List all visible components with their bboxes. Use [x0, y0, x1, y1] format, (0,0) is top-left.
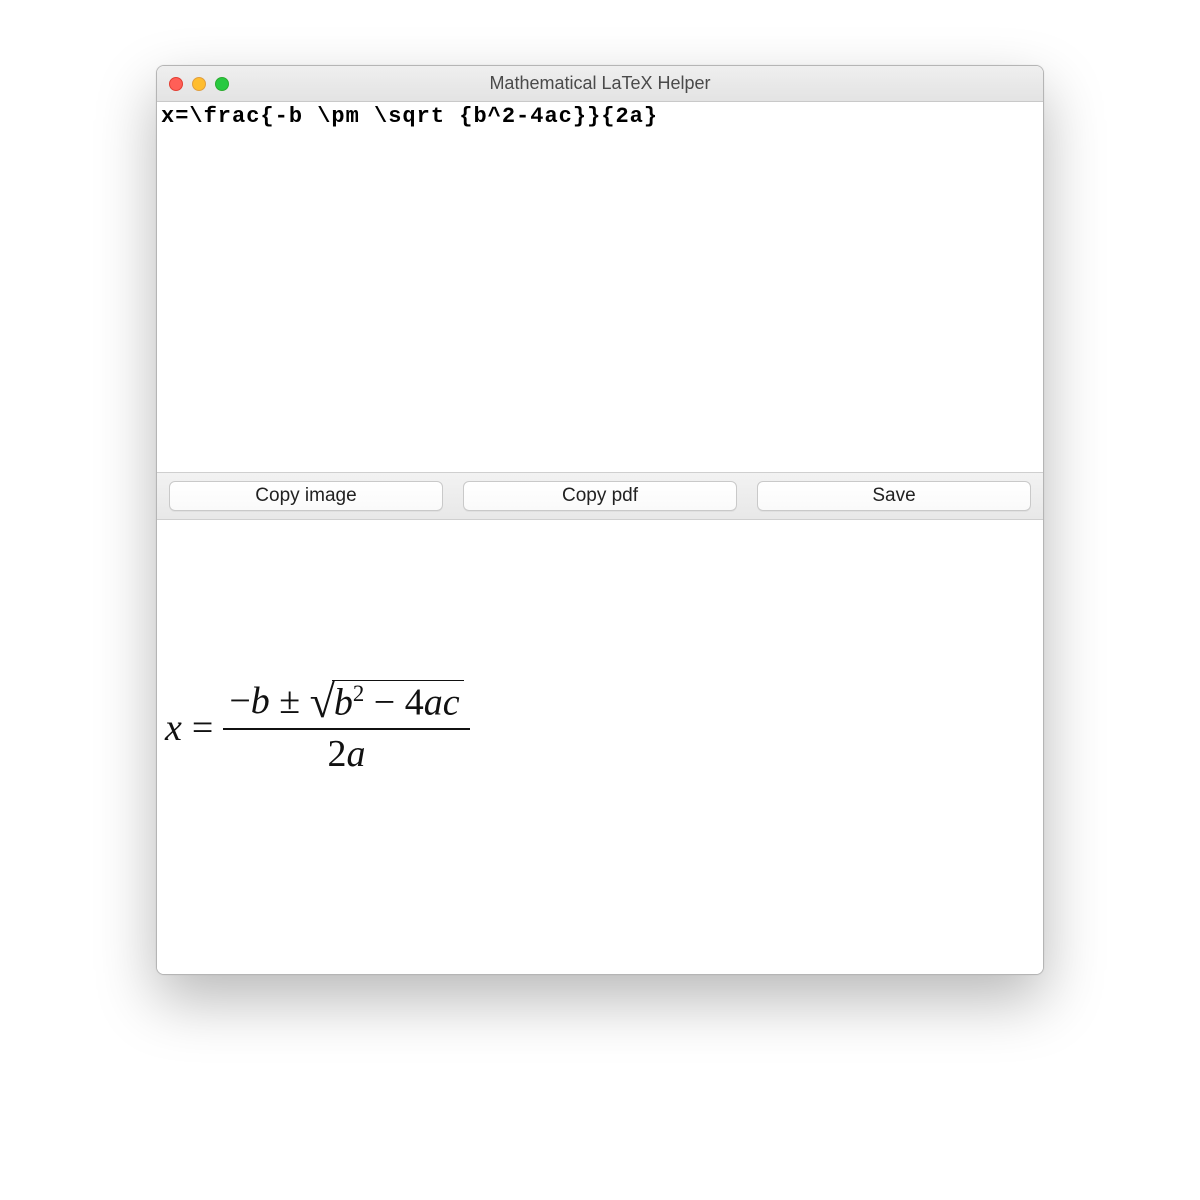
- save-button[interactable]: Save: [757, 481, 1031, 511]
- square-root: √ b2 − 4ac: [310, 680, 464, 724]
- rad-4: 4: [405, 682, 424, 724]
- render-preview: x = −b ± √ b2 − 4ac: [157, 520, 1043, 974]
- rad-a: a: [424, 682, 443, 724]
- window-controls: [157, 77, 229, 91]
- titlebar: Mathematical LaTeX Helper: [157, 66, 1043, 102]
- equals-sign: =: [192, 706, 213, 750]
- radicand: b2 − 4ac: [332, 680, 464, 724]
- zoom-icon[interactable]: [215, 77, 229, 91]
- rendered-formula: x = −b ± √ b2 − 4ac: [165, 680, 1043, 776]
- den-a: a: [346, 733, 365, 775]
- copy-pdf-button[interactable]: Copy pdf: [463, 481, 737, 511]
- window-title: Mathematical LaTeX Helper: [157, 73, 1043, 94]
- rad-c: c: [443, 682, 460, 724]
- num-minus: −: [229, 680, 250, 722]
- rad-b: b: [334, 682, 353, 724]
- rad-minus: −: [374, 682, 395, 724]
- num-b: b: [251, 680, 270, 722]
- copy-image-button[interactable]: Copy image: [169, 481, 443, 511]
- fraction: −b ± √ b2 − 4ac 2a: [223, 680, 469, 776]
- close-icon[interactable]: [169, 77, 183, 91]
- den-2: 2: [327, 733, 346, 775]
- radical-icon: √: [310, 684, 335, 728]
- plus-minus-icon: ±: [279, 680, 300, 722]
- rad-exp: 2: [353, 681, 364, 706]
- denominator: 2a: [321, 734, 371, 776]
- app-window: Mathematical LaTeX Helper Copy image Cop…: [156, 65, 1044, 975]
- numerator: −b ± √ b2 − 4ac: [223, 680, 469, 724]
- fraction-bar: [223, 728, 469, 730]
- formula-lhs-x: x: [165, 706, 182, 750]
- minimize-icon[interactable]: [192, 77, 206, 91]
- toolbar: Copy image Copy pdf Save: [157, 472, 1043, 520]
- latex-input[interactable]: [157, 102, 1043, 472]
